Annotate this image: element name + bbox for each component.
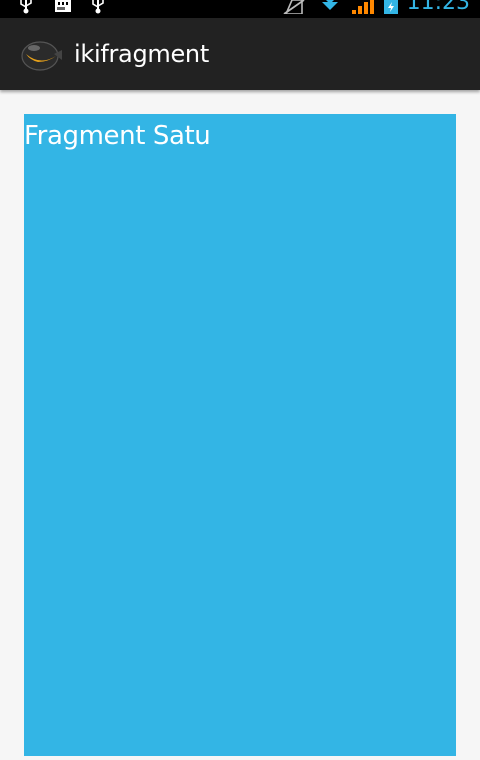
status-bar: 11:23 [0, 0, 480, 18]
fragment-container: Fragment Satu [24, 114, 456, 756]
usb-icon [92, 0, 104, 14]
fragment-label: Fragment Satu [24, 121, 211, 151]
no-sim-icon [283, 0, 305, 14]
usb-icon [20, 0, 32, 14]
battery-icon [384, 0, 398, 14]
wifi-icon [322, 0, 338, 10]
app-logo-icon[interactable] [20, 32, 64, 76]
app-title: ikifragment [74, 40, 209, 68]
sd-card-icon [55, 0, 71, 12]
action-bar: ikifragment [0, 18, 480, 90]
status-time: 11:23 [406, 0, 470, 15]
signal-icon [352, 0, 374, 14]
